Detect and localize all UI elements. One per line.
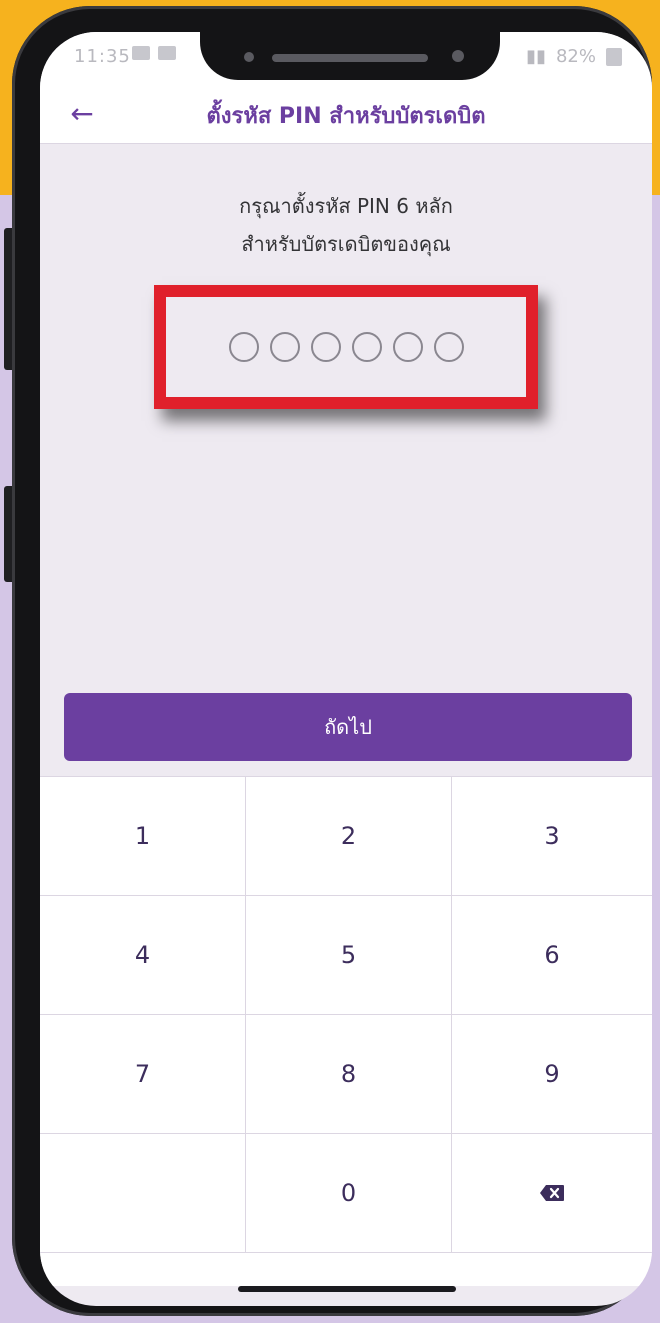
key-5[interactable]: 5 bbox=[246, 896, 452, 1015]
pin-dot bbox=[310, 332, 341, 362]
phone-screen: 11:35 ▮▮ 82% ← ตั้งรหัส PIN สำหรับบัตรเด… bbox=[40, 32, 652, 1306]
page-title: ตั้งรหัส PIN สำหรับบัตรเดบิต bbox=[206, 104, 486, 129]
pin-instruction-line-1: กรุณาตั้งรหัส PIN 6 หลัก bbox=[239, 194, 453, 218]
gallery-icon bbox=[132, 46, 150, 60]
pin-dot bbox=[351, 332, 382, 362]
key-0[interactable]: 0 bbox=[246, 1134, 452, 1253]
key-8[interactable]: 8 bbox=[246, 1015, 452, 1134]
app-header: ← ตั้งรหัส PIN สำหรับบัตรเดบิต bbox=[40, 84, 652, 144]
key-2[interactable]: 2 bbox=[246, 777, 452, 896]
battery-percent: 82% bbox=[555, 46, 596, 67]
phone-frame: 11:35 ▮▮ 82% ← ตั้งรหัส PIN สำหรับบัตรเด… bbox=[12, 6, 652, 1316]
pin-highlight-box bbox=[154, 285, 538, 409]
backspace-icon bbox=[540, 1185, 564, 1201]
signal-icon: ▮▮ bbox=[526, 46, 546, 67]
pin-instruction-line-2: สำหรับบัตรเดบิตของคุณ bbox=[241, 232, 451, 256]
app-notification-icon bbox=[158, 46, 176, 60]
next-button[interactable]: ถัดไป bbox=[64, 693, 632, 761]
pin-dot bbox=[433, 332, 464, 362]
key-4[interactable]: 4 bbox=[40, 896, 246, 1015]
pin-instructions: กรุณาตั้งรหัส PIN 6 หลัก สำหรับบัตรเดบิต… bbox=[40, 187, 652, 263]
key-6[interactable]: 6 bbox=[452, 896, 652, 1015]
status-right-group: ▮▮ 82% bbox=[526, 46, 622, 67]
speaker-grille bbox=[272, 54, 428, 62]
pin-dot bbox=[228, 332, 259, 362]
key-3[interactable]: 3 bbox=[452, 777, 652, 896]
key-1[interactable]: 1 bbox=[40, 777, 246, 896]
back-arrow-icon[interactable]: ← bbox=[62, 96, 102, 132]
home-indicator[interactable] bbox=[238, 1286, 456, 1292]
battery-icon bbox=[606, 47, 622, 66]
numeric-keypad: 1 2 3 4 5 6 7 8 9 0 bbox=[40, 776, 652, 1286]
key-7[interactable]: 7 bbox=[40, 1015, 246, 1134]
backspace-key[interactable] bbox=[452, 1134, 652, 1253]
pin-dot bbox=[269, 332, 300, 362]
status-time: 11:35 bbox=[74, 46, 131, 67]
key-empty bbox=[40, 1134, 246, 1253]
sensor-icon bbox=[244, 52, 254, 62]
key-9[interactable]: 9 bbox=[452, 1015, 652, 1134]
pin-dot bbox=[392, 332, 423, 362]
notification-icons bbox=[132, 46, 176, 60]
pin-entry-field[interactable] bbox=[166, 297, 526, 397]
phone-notch bbox=[200, 32, 500, 80]
camera-icon bbox=[452, 50, 464, 62]
